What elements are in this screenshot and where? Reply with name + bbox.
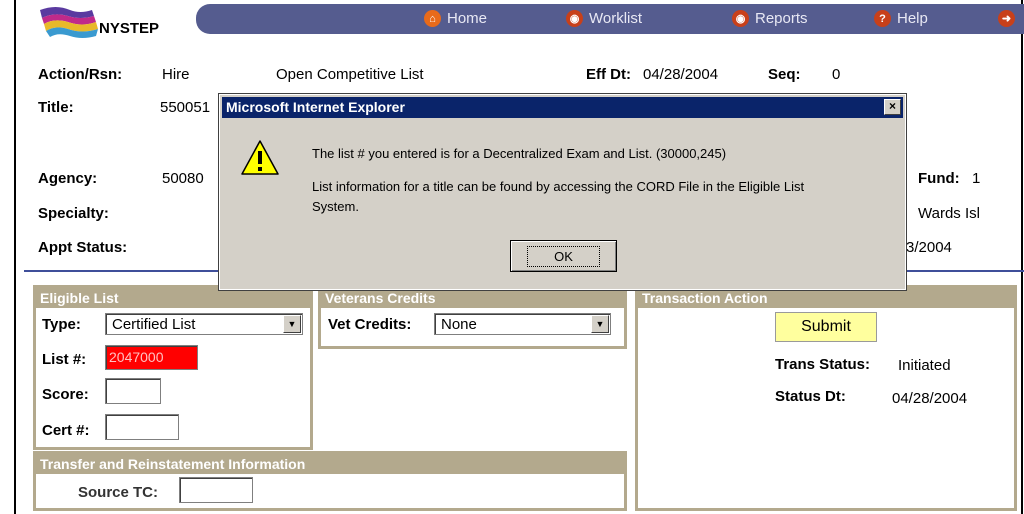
nav-worklist-label: Worklist <box>589 10 643 27</box>
vet-credits-select[interactable]: None ▼ <box>434 313 611 335</box>
list-label: List #: <box>42 351 87 368</box>
action-reason: Open Competitive List <box>276 66 424 83</box>
score-input[interactable] <box>105 378 161 404</box>
title-label: Title: <box>38 99 74 116</box>
ok-button-label: OK <box>527 245 600 267</box>
dialog-message-line1: The list # you entered is for a Decentra… <box>312 146 727 161</box>
source-tc-input[interactable] <box>179 477 253 503</box>
nystep-logo-icon <box>36 2 100 44</box>
cert-input[interactable] <box>105 414 179 440</box>
signout-arrow-icon: ➜ <box>998 10 1015 27</box>
type-select[interactable]: Certified List ▼ <box>105 313 303 335</box>
source-tc-label: Source TC: <box>78 484 159 501</box>
warning-icon <box>240 139 280 177</box>
app-logo-text: NYSTEP <box>99 20 160 37</box>
appt-date-partial: 3/2004 <box>906 239 952 256</box>
chevron-down-icon[interactable]: ▼ <box>283 315 301 333</box>
trans-status-label: Trans Status: <box>775 356 871 373</box>
status-dt-value: 04/28/2004 <box>892 390 968 407</box>
top-nav-bar: ⌂ Home ◉ Worklist ◉ Reports ? Help ➜ <box>196 4 1024 34</box>
page-right-border <box>1021 0 1023 514</box>
close-icon[interactable]: × <box>884 99 901 115</box>
chevron-down-icon[interactable]: ▼ <box>591 315 609 333</box>
status-dt-label: Status Dt: <box>775 388 846 405</box>
fund-value: 1 <box>972 170 981 187</box>
ok-button[interactable]: OK <box>510 240 617 272</box>
nav-reports-label: Reports <box>755 10 808 27</box>
nav-reports[interactable]: ◉ Reports <box>732 10 808 27</box>
help-icon: ? <box>874 10 891 27</box>
type-label: Type: <box>42 316 81 333</box>
title-value: 550051 <box>160 99 211 116</box>
appt-status-label: Appt Status: <box>38 239 128 256</box>
seq-label: Seq: <box>768 66 801 83</box>
list-number-input[interactable]: 2047000 <box>105 345 198 370</box>
vet-credits-label: Vet Credits: <box>328 316 412 333</box>
nav-worklist[interactable]: ◉ Worklist <box>566 10 642 27</box>
nav-signout[interactable]: ➜ <box>998 10 1015 27</box>
agency-label: Agency: <box>38 170 98 187</box>
seq-value: 0 <box>832 66 841 83</box>
eligible-list-heading: Eligible List <box>36 288 310 308</box>
location-value: Wards Isl <box>918 205 980 222</box>
nav-help[interactable]: ? Help <box>874 10 928 27</box>
nav-home[interactable]: ⌂ Home <box>424 10 487 27</box>
cert-label: Cert #: <box>42 422 90 439</box>
type-select-value: Certified List <box>112 315 196 333</box>
fund-label: Fund: <box>918 170 960 187</box>
page-left-border <box>14 0 16 514</box>
dialog-message-line2: List information for a title can be foun… <box>312 179 805 194</box>
action-label: Action/Rsn: <box>38 66 123 83</box>
submit-button[interactable]: Submit <box>775 312 877 342</box>
action-value: Hire <box>162 66 190 83</box>
dialog-title: Microsoft Internet Explorer <box>222 97 903 118</box>
nav-help-label: Help <box>897 10 928 27</box>
transaction-action-heading: Transaction Action <box>638 288 1014 308</box>
transfer-reinstatement-panel: Transfer and Reinstatement Information <box>33 451 627 511</box>
score-label: Score: <box>42 386 89 403</box>
reports-icon: ◉ <box>732 10 749 27</box>
effdt-label: Eff Dt: <box>586 66 631 83</box>
transfer-reinstatement-heading: Transfer and Reinstatement Information <box>36 454 624 474</box>
specialty-label: Specialty: <box>38 205 109 222</box>
agency-value: 50080 <box>162 170 204 187</box>
effdt-value: 04/28/2004 <box>643 66 719 83</box>
vet-credits-value: None <box>441 315 477 333</box>
veterans-credits-heading: Veterans Credits <box>321 288 624 308</box>
alert-dialog: Microsoft Internet Explorer × The list #… <box>218 93 907 291</box>
home-icon: ⌂ <box>424 10 441 27</box>
nav-home-label: Home <box>447 10 488 27</box>
list-number-value: 2047000 <box>109 349 164 365</box>
trans-status-value: Initiated <box>898 357 951 374</box>
dialog-message-line3: System. <box>312 199 359 214</box>
worklist-icon: ◉ <box>566 10 583 27</box>
